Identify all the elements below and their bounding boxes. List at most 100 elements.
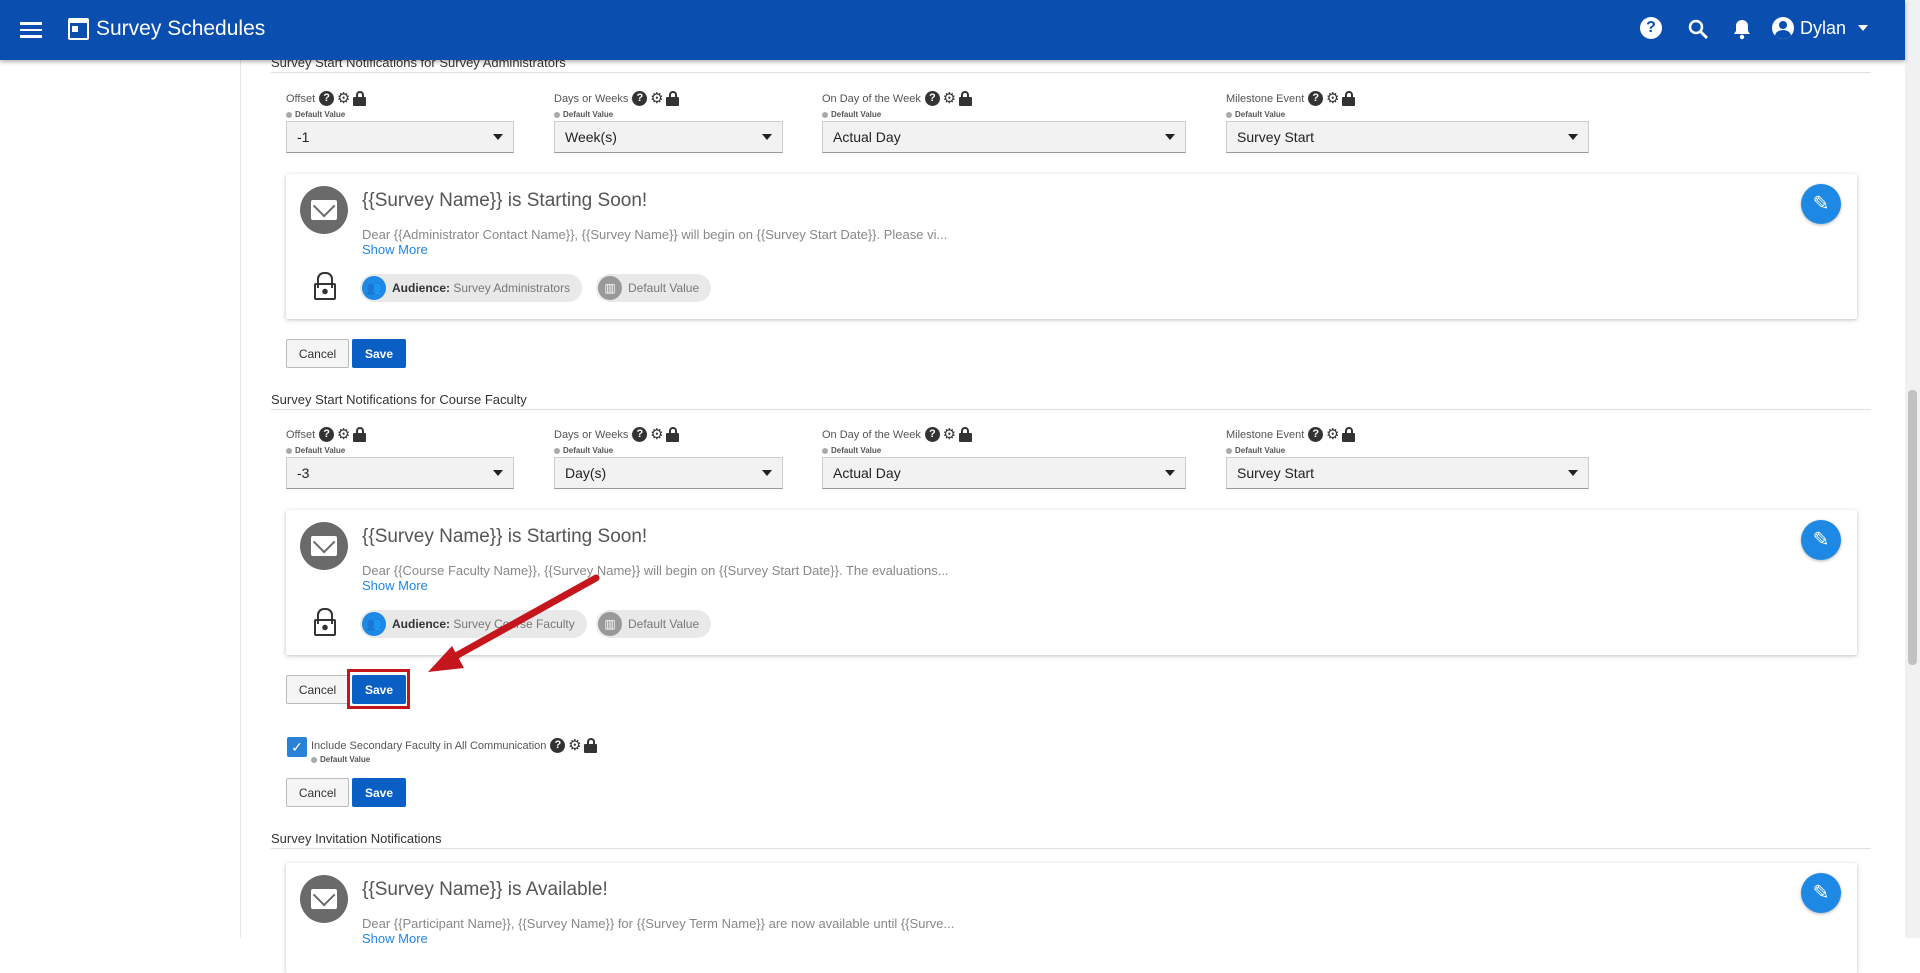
default-value-indicator: Default Value [286,110,345,119]
lock-icon[interactable] [353,427,367,442]
day-of-week-select[interactable]: Actual Day [822,457,1186,489]
section-divider [271,409,1871,410]
save-button[interactable]: Save [352,339,406,368]
vertical-scrollbar[interactable] [1905,0,1920,938]
notification-card: {{Survey Name}} is Starting Soon! Dear {… [286,174,1857,319]
day-of-week-label: On Day of the Week? ⚙ [822,427,972,442]
show-more-link[interactable]: Show More [362,931,428,946]
show-more-link[interactable]: Show More [362,242,428,257]
offset-label: Offset? ⚙ [286,427,367,442]
help-icon[interactable]: ? [924,91,940,106]
default-value-indicator: Default Value [1226,446,1285,455]
notification-subject: {{Survey Name}} is Available! [362,879,608,900]
notification-card: {{Survey Name}} is Available! Dear {{Par… [286,863,1857,973]
search-icon[interactable] [1686,17,1710,41]
gear-icon[interactable]: ⚙ [649,427,664,442]
lock-icon[interactable] [1342,91,1356,106]
show-more-link[interactable]: Show More [362,578,428,593]
day-of-week-select[interactable]: Actual Day [822,121,1186,153]
default-value-chip: ▥ Default Value [596,274,712,302]
group-icon: 👥 [362,612,386,636]
gear-icon[interactable]: ⚙ [942,427,957,442]
unlock-icon[interactable] [314,608,336,638]
days-weeks-label: Days or Weeks? ⚙ [554,91,680,106]
chevron-down-icon [1568,470,1578,476]
gear-icon[interactable]: ⚙ [1325,427,1340,442]
help-icon[interactable]: ? [1308,427,1324,442]
user-menu[interactable]: Dylan [1772,17,1869,39]
default-value-indicator: Default Value [311,755,370,764]
day-of-week-label: On Day of the Week? ⚙ [822,91,972,106]
days-weeks-select[interactable]: Week(s) [554,121,783,153]
offset-select[interactable]: -3 [286,457,514,489]
highlight-box [347,669,410,709]
cancel-button[interactable]: Cancel [286,339,349,368]
lock-icon[interactable] [353,91,367,106]
institution-icon: ▥ [598,612,622,636]
milestone-label: Milestone Event? ⚙ [1226,427,1356,442]
help-icon[interactable]: ? [550,738,566,753]
help-icon[interactable]: ? [924,427,940,442]
pencil-icon: ✎ [1812,529,1830,551]
chevron-down-icon [493,134,503,140]
bell-icon[interactable] [1730,17,1754,41]
mail-icon [300,186,348,234]
days-weeks-label: Days or Weeks? ⚙ [554,427,680,442]
gear-icon[interactable]: ⚙ [942,91,957,106]
audience-chip: 👥 Audience: Survey Administrators [360,274,583,302]
calendar-icon [68,18,89,40]
scrollbar-thumb[interactable] [1908,390,1917,665]
gear-icon[interactable]: ⚙ [567,738,582,753]
default-value-indicator: Default Value [822,110,881,119]
lock-icon[interactable] [958,91,972,106]
default-value-chip: ▥ Default Value [596,610,712,638]
default-value-indicator: Default Value [1226,110,1285,119]
notification-body: Dear {{Administrator Contact Name}}, {{S… [362,227,948,242]
help-icon[interactable]: ? [1308,91,1324,106]
chevron-down-icon [1165,134,1175,140]
offset-select[interactable]: -1 [286,121,514,153]
milestone-select[interactable]: Survey Start [1226,121,1589,153]
chevron-down-icon [762,134,772,140]
gear-icon[interactable]: ⚙ [336,427,351,442]
notification-body: Dear {{Participant Name}}, {{Survey Name… [362,916,955,931]
default-value-indicator: Default Value [286,446,345,455]
cancel-button[interactable]: Cancel [286,675,349,704]
default-value-indicator: Default Value [822,446,881,455]
help-icon[interactable]: ? [319,427,335,442]
lock-icon[interactable] [666,91,680,106]
lock-icon[interactable] [666,427,680,442]
menu-icon[interactable] [20,18,42,42]
help-icon[interactable]: ? [632,91,648,106]
edit-button[interactable]: ✎ [1801,520,1841,560]
lock-icon[interactable] [584,738,598,753]
cancel-button[interactable]: Cancel [286,778,349,807]
save-button[interactable]: Save [352,778,406,807]
section-title: Survey Invitation Notifications [271,831,442,846]
section-divider [271,72,1871,73]
help-icon[interactable]: ? [632,427,648,442]
lock-icon[interactable] [958,427,972,442]
gear-icon[interactable]: ⚙ [336,91,351,106]
default-value-indicator: Default Value [554,110,613,119]
mail-icon [300,522,348,570]
help-icon[interactable]: ? [1640,17,1662,39]
institution-icon: ▥ [598,276,622,300]
mail-icon [300,875,348,923]
gear-icon[interactable]: ⚙ [649,91,664,106]
gear-icon[interactable]: ⚙ [1325,91,1340,106]
app-bar: Survey Schedules ? Dylan [0,0,1905,60]
help-icon[interactable]: ? [319,91,335,106]
chevron-down-icon [1568,134,1578,140]
section-divider [271,848,1871,849]
edit-button[interactable]: ✎ [1801,184,1841,224]
edit-button[interactable]: ✎ [1801,873,1841,913]
milestone-label: Milestone Event? ⚙ [1226,91,1356,106]
notification-subject: {{Survey Name}} is Starting Soon! [362,526,648,547]
secondary-faculty-checkbox[interactable]: ✓ [287,737,307,757]
unlock-icon[interactable] [314,272,336,302]
notification-subject: {{Survey Name}} is Starting Soon! [362,190,648,211]
days-weeks-select[interactable]: Day(s) [554,457,783,489]
lock-icon[interactable] [1342,427,1356,442]
milestone-select[interactable]: Survey Start [1226,457,1589,489]
